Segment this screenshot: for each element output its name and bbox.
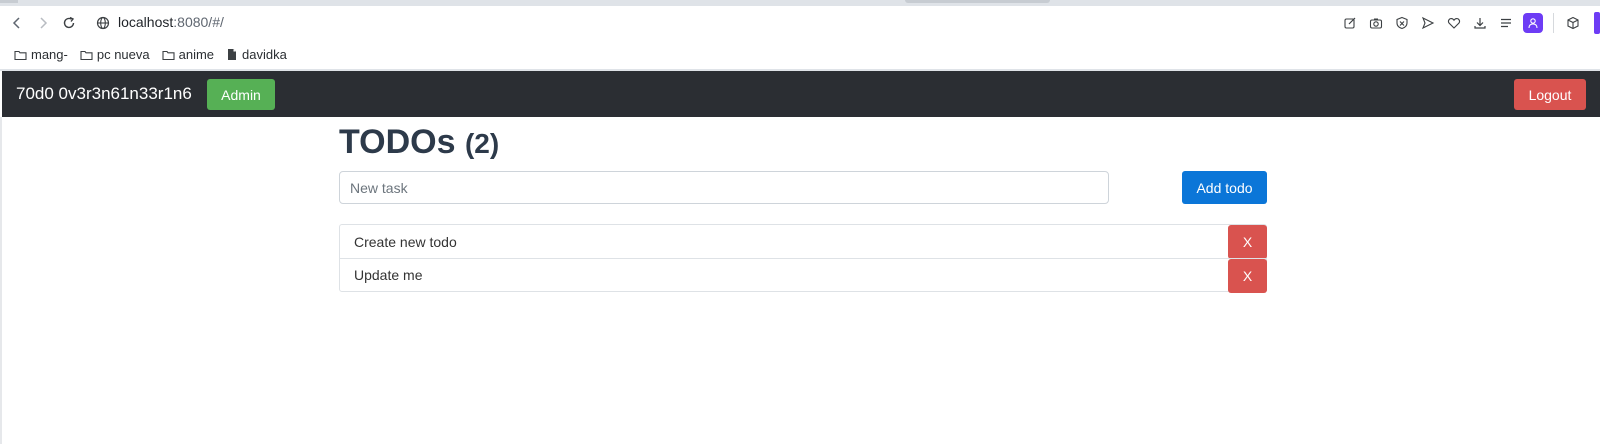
profile-icon[interactable] [1523,13,1543,33]
app-brand[interactable]: 70d0 0v3r3n61n33r1n6 [16,84,192,104]
app-navbar: 70d0 0v3r3n61n33r1n6 Admin Logout [2,71,1600,117]
shield-icon[interactable] [1389,10,1415,36]
heart-icon[interactable] [1441,10,1467,36]
new-task-input[interactable] [339,171,1109,204]
folder-icon [162,50,175,60]
folder-icon [80,50,93,60]
send-icon[interactable] [1415,10,1441,36]
toolbar-separator [1553,13,1554,33]
browser-tab-edge [0,0,18,3]
bookmark-mang[interactable]: mang- [14,47,68,62]
todo-item[interactable]: Create new todo X [339,224,1267,259]
file-icon [228,49,237,60]
todo-list: Create new todo X Update me X [339,224,1267,293]
menu-icon[interactable] [1493,10,1519,36]
todo-item[interactable]: Update me X [339,258,1267,293]
add-todo-button[interactable]: Add todo [1182,171,1267,204]
browser-address-bar: localhost:8080/#/ [0,6,1600,40]
browser-toolbar [1337,6,1600,40]
camera-icon[interactable] [1363,10,1389,36]
bookmark-davidka[interactable]: davidka [226,47,287,62]
page-title: TODOs (2) [339,123,499,162]
bookmark-pc-nueva[interactable]: pc nueva [80,47,150,62]
folder-icon [14,50,27,60]
forward-icon[interactable] [30,10,56,36]
bookmark-label: anime [178,47,215,62]
url-path: :8080/#/ [173,14,224,30]
bookmark-anime[interactable]: anime [162,47,214,62]
delete-todo-button[interactable]: X [1228,225,1267,259]
page-edge [0,117,2,444]
delete-todo-button[interactable]: X [1228,259,1267,293]
title-text: TODOs [339,123,456,161]
back-icon[interactable] [4,10,30,36]
bookmarks-bar: mang- pc nueva anime davidka [0,40,1600,69]
bookmark-label: pc nueva [96,47,150,62]
browser-tab-edge [905,0,1050,3]
url-field[interactable]: localhost:8080/#/ [118,14,224,32]
todo-text: Update me [354,267,423,283]
todo-count: (2) [464,128,500,159]
todo-text: Create new todo [354,233,457,250]
logout-button[interactable]: Logout [1514,79,1586,110]
admin-button[interactable]: Admin [207,79,275,110]
url-host: localhost [118,14,174,30]
edit-icon[interactable] [1337,10,1363,36]
bookmark-label: mang- [31,47,68,62]
sidebar-toggle-icon[interactable] [1594,12,1600,34]
cube-icon[interactable] [1560,10,1586,36]
download-icon[interactable] [1467,10,1493,36]
bookmark-label: davidka [242,47,287,62]
reload-icon[interactable] [56,10,82,36]
globe-icon [96,16,110,30]
